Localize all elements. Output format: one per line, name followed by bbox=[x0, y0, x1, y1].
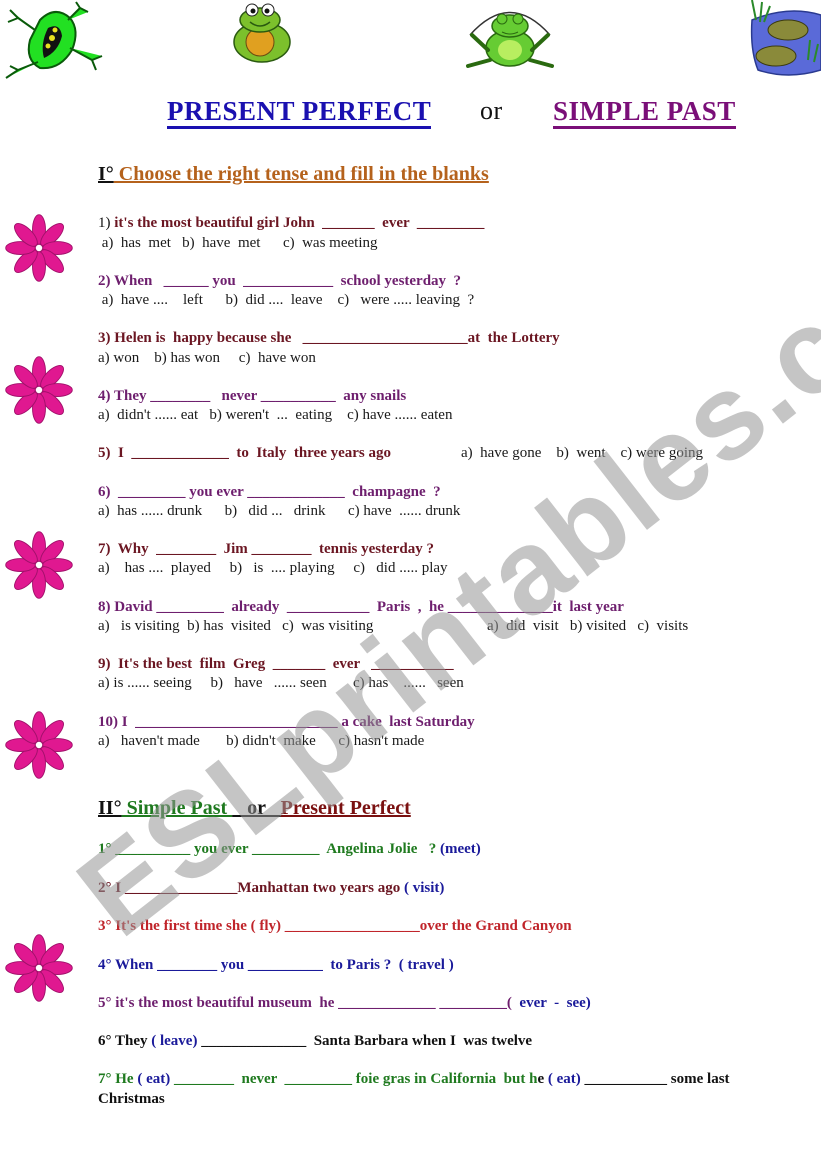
exercise-text: 4° When ________ you __________ to Paris… bbox=[98, 957, 399, 973]
question-8: 8) David _________ already ___________ P… bbox=[98, 599, 624, 615]
section-2-title-present-perfect: Present Perfect bbox=[280, 797, 411, 819]
title-or: or bbox=[480, 96, 503, 125]
question-1: 1) it's the most beautiful girl John ___… bbox=[98, 214, 484, 232]
exercise-text: e bbox=[537, 1071, 548, 1087]
question-number: 1) bbox=[98, 215, 115, 231]
question-7: 7) Why ________ Jim ________ tennis yest… bbox=[98, 541, 434, 557]
question-10: 10) I ___________________________ a cake… bbox=[98, 714, 475, 730]
exercise-6: 6° They ( leave) ______________ Santa Ba… bbox=[98, 1032, 532, 1050]
verb-hint: ( eat) bbox=[547, 1071, 581, 1087]
exercise-text: ________ never _________ foie gras in Ca… bbox=[170, 1071, 538, 1087]
options-8b: a) did visit b) visited c) visits bbox=[487, 618, 689, 634]
exercise-text: 5° it's the most beautiful museum he ___… bbox=[98, 995, 520, 1011]
section-1-heading: I° Choose the right tense and fill in th… bbox=[98, 162, 489, 186]
verb-hint: ( leave) bbox=[151, 1033, 198, 1049]
exercise-text: ___________ some last bbox=[580, 1071, 730, 1087]
options-6: a) has ...... drunk b) did ... drink c) … bbox=[98, 503, 461, 519]
verb-hint: ( eat) bbox=[137, 1071, 171, 1087]
flower-icon bbox=[5, 711, 73, 779]
title-simple-past: SIMPLE PAST bbox=[553, 96, 736, 129]
question-2: 2) When ______ you ____________ school y… bbox=[98, 273, 462, 289]
verb-hint: ever - see) bbox=[519, 995, 591, 1011]
section-2-numeral: II° bbox=[98, 797, 122, 819]
question-text: it's the most beautiful girl John ______… bbox=[114, 215, 485, 231]
jumping-frog-icon bbox=[285, 0, 286, 1]
verb-hint: ( visit) bbox=[404, 880, 445, 896]
exercise-5: 5° it's the most beautiful museum he ___… bbox=[98, 994, 591, 1012]
options-7: a) has .... played b) is .... playing c)… bbox=[98, 560, 448, 576]
verb-hint: ( travel ) bbox=[398, 957, 454, 973]
exercise-7-continued: Christmas bbox=[98, 1091, 165, 1107]
exercise-text: 1° __________ you ever _________ Angelin… bbox=[98, 841, 440, 857]
flower-icon bbox=[5, 531, 73, 599]
options-5: a) have gone b) went c) were going bbox=[461, 445, 703, 461]
options-8a: a) is visiting b) has visited c) was vis… bbox=[98, 618, 374, 634]
flower-icon bbox=[5, 214, 73, 282]
question-5: 5) I _____________ to Italy three years … bbox=[98, 445, 392, 461]
options-10: a) haven't made b) didn't make c) hasn't… bbox=[98, 733, 425, 749]
flower-icon bbox=[5, 934, 73, 1002]
exercise-text: 2° I _______________Manhattan two years … bbox=[98, 880, 404, 896]
exercise-4: 4° When ________ you __________ to Paris… bbox=[98, 956, 454, 974]
section-1-numeral: I° bbox=[98, 163, 114, 185]
exercise-3: 3° It's the first time she ( fly) ______… bbox=[98, 918, 572, 934]
question-4: 4) They ________ never __________ any sn… bbox=[98, 388, 407, 404]
section-2-or: or bbox=[232, 797, 281, 819]
exercise-text: 7° He bbox=[98, 1071, 138, 1087]
frogs-in-pond-icon bbox=[750, 0, 821, 76]
question-3: 3) Helen is happy because she __________… bbox=[98, 330, 560, 346]
frog-icon bbox=[5, 1, 103, 79]
flower-icon bbox=[5, 356, 73, 424]
exercise-2: 2° I _______________Manhattan two years … bbox=[98, 879, 444, 897]
section-2-title-simple-past: Simple Past bbox=[121, 797, 233, 819]
options-2: a) have .... left b) did .... leave c) w… bbox=[98, 292, 475, 308]
question-9: 9) It's the best film Greg _______ ever … bbox=[98, 656, 454, 672]
exercise-1: 1° __________ you ever _________ Angelin… bbox=[98, 840, 481, 858]
exercise-text: ______________ Santa Barbara when I was … bbox=[197, 1033, 533, 1049]
exercise-text: 6° They bbox=[98, 1033, 152, 1049]
frog-icon bbox=[233, 3, 291, 63]
options-1: a) has met b) have met c) was meeting bbox=[98, 235, 378, 251]
title-present-perfect: PRESENT PERFECT bbox=[167, 96, 432, 129]
section-2-heading: II° Simple Past or Present Perfect bbox=[98, 796, 411, 820]
options-4: a) didn't ...... eat b) weren't ... eati… bbox=[98, 407, 453, 423]
options-9: a) is ...... seeing b) have ...... seen … bbox=[98, 675, 464, 691]
section-1-title: Choose the right tense and fill in the b… bbox=[113, 163, 489, 185]
verb-hint: (meet) bbox=[439, 841, 481, 857]
options-3: a) won b) has won c) have won bbox=[98, 350, 316, 366]
question-6: 6) _________ you ever _____________ cham… bbox=[98, 484, 441, 500]
jumping-frog-icon bbox=[466, 11, 554, 68]
exercise-7: 7° He ( eat) ________ never _________ fo… bbox=[98, 1070, 730, 1088]
